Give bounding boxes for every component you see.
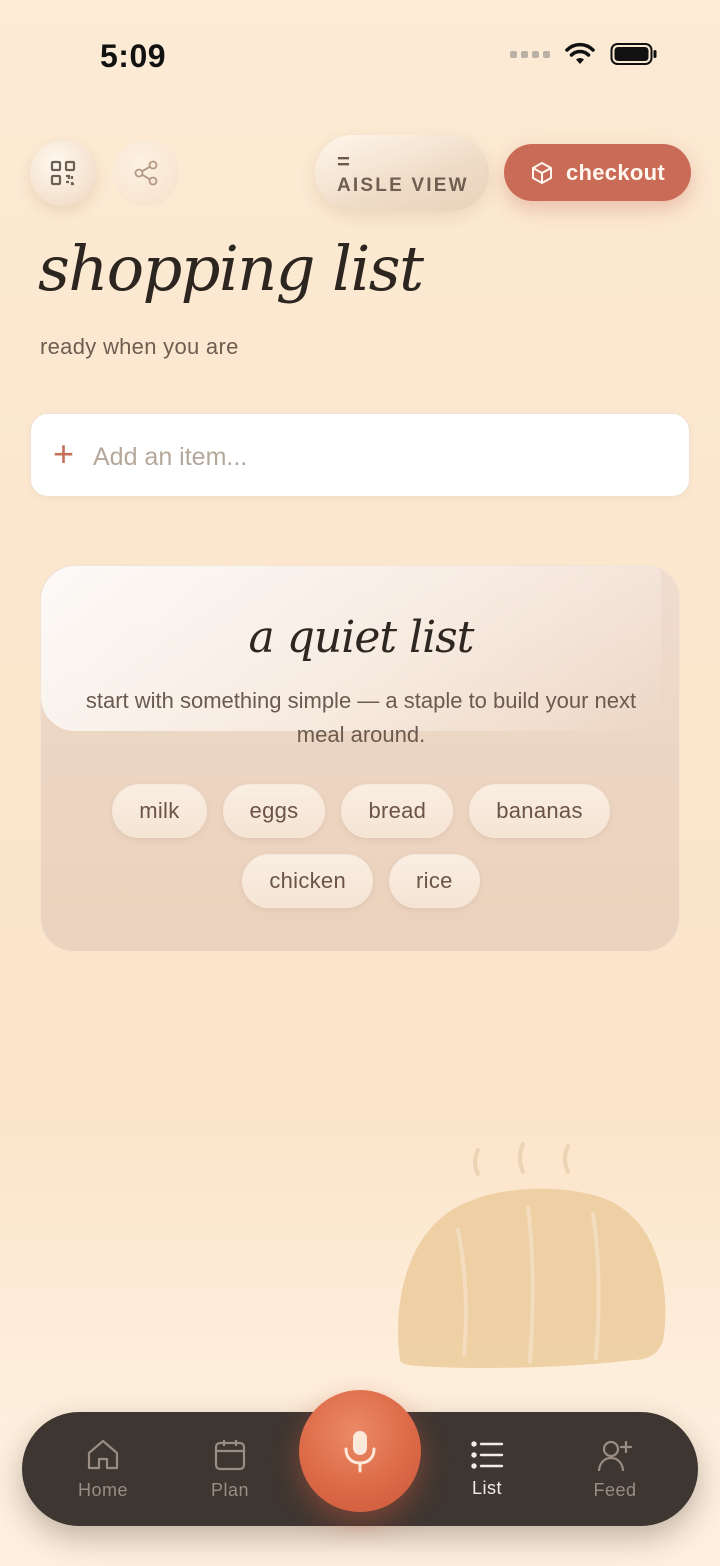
suggestion-chips: milk eggs bread bananas chicken rice — [61, 784, 661, 908]
bread-illustration — [398, 1142, 666, 1368]
suggestion-chip-bread[interactable]: bread — [341, 784, 454, 838]
tab-home[interactable]: Home — [48, 1412, 158, 1526]
status-bar: 5:09 — [0, 0, 720, 110]
checkout-label: checkout — [566, 159, 665, 185]
calendar-icon — [214, 1439, 246, 1470]
aisle-view-button[interactable]: = AISLE VIEW — [315, 135, 489, 211]
microphone-icon — [344, 1431, 376, 1473]
equals-icon: = — [337, 149, 350, 174]
tab-list-label: List — [471, 1477, 502, 1498]
add-item-input[interactable] — [91, 434, 675, 480]
voice-input-button[interactable] — [299, 1390, 421, 1512]
add-item-field[interactable]: + — [30, 413, 690, 497]
page-subtitle: ready when you are — [40, 334, 239, 359]
share-button[interactable] — [113, 140, 179, 206]
suggestion-chip-milk[interactable]: milk — [112, 784, 207, 838]
home-icon — [87, 1439, 119, 1469]
empty-state-title: a quiet list — [248, 612, 475, 663]
tab-list[interactable]: List — [432, 1412, 542, 1526]
suggestion-chip-rice[interactable]: rice — [389, 854, 480, 908]
list-icon — [471, 1440, 504, 1469]
suggestion-chip-eggs[interactable]: eggs — [222, 784, 326, 838]
checkout-button[interactable]: checkout — [504, 144, 691, 201]
wifi-icon — [565, 42, 595, 64]
box-icon — [532, 161, 552, 184]
status-icons — [510, 42, 658, 66]
aisle-view-label: AISLE VIEW — [337, 175, 469, 196]
empty-state-card: a quiet list start with something simple… — [40, 565, 680, 952]
qr-code-button[interactable] — [30, 140, 96, 206]
tab-feed[interactable]: Feed — [560, 1412, 670, 1526]
status-time: 5:09 — [100, 38, 167, 74]
suggestion-chip-bananas[interactable]: bananas — [469, 784, 610, 838]
suggestion-chip-chicken[interactable]: chicken — [242, 854, 374, 908]
add-person-icon — [597, 1440, 633, 1471]
tab-feed-label: Feed — [593, 1479, 637, 1500]
cellular-signal-icon — [510, 50, 550, 58]
page-title: shopping list — [38, 232, 424, 305]
share-icon — [134, 160, 158, 186]
tab-plan-label: Plan — [210, 1479, 250, 1500]
qr-code-icon — [50, 160, 76, 186]
empty-state-text: start with something simple — a staple t… — [85, 688, 637, 747]
plus-icon: + — [53, 433, 75, 474]
tab-home-label: Home — [77, 1479, 128, 1500]
tab-plan[interactable]: Plan — [175, 1412, 285, 1526]
battery-icon — [610, 43, 657, 65]
